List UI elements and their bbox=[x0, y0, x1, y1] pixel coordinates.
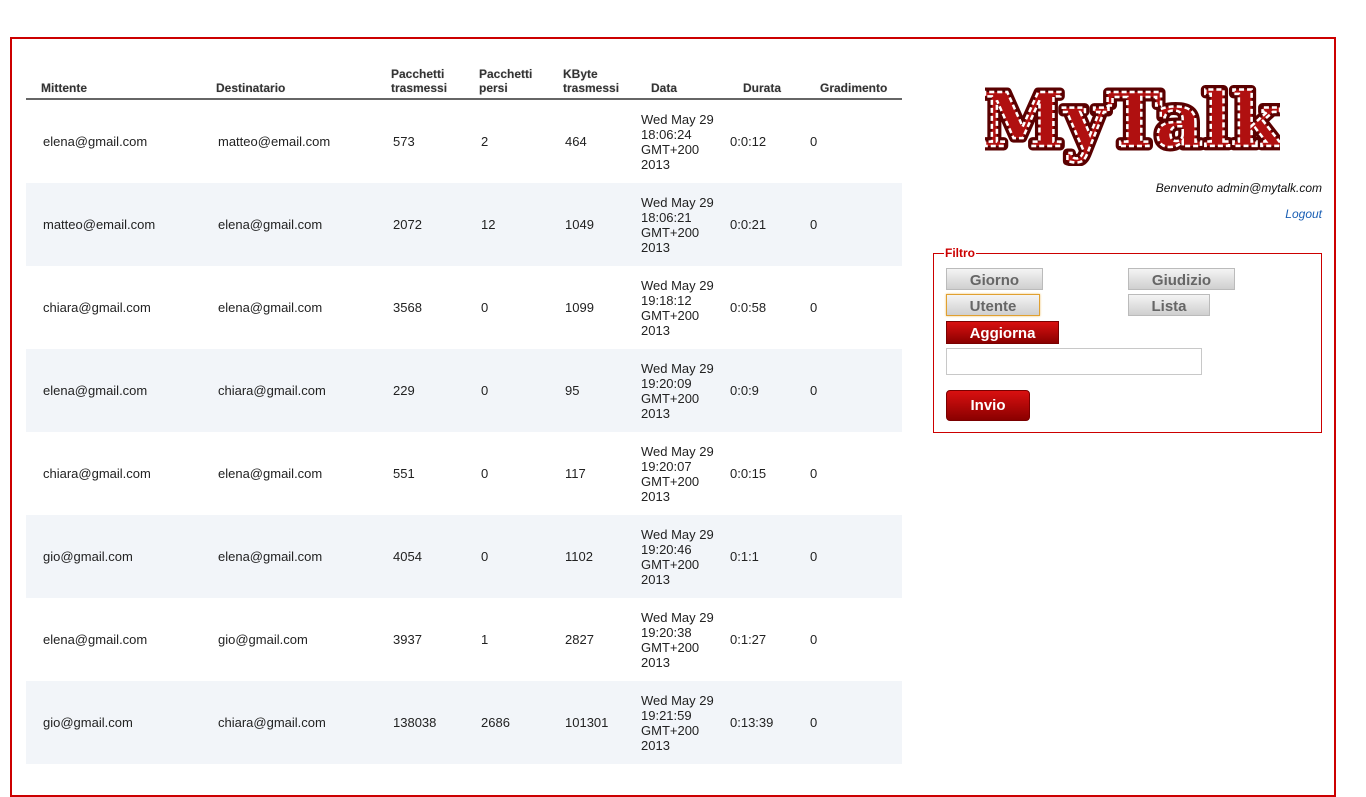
cell-destinatario: elena@gmail.com bbox=[218, 466, 323, 481]
filter-input[interactable] bbox=[946, 348, 1202, 375]
cell-durata: 0:0:15 bbox=[730, 466, 767, 481]
cell-destinatario: chiara@gmail.com bbox=[201, 349, 376, 432]
cell-data: Wed May 29 19:20:09 GMT+200 2013 bbox=[636, 349, 728, 432]
mytalk-logo: MyTalk MyTalk bbox=[985, 74, 1280, 167]
giudizio-button[interactable]: Giudizio bbox=[1128, 268, 1235, 290]
logo-text: MyTalk bbox=[985, 78, 1280, 164]
cell-trasmessi: 3937 bbox=[393, 632, 422, 647]
cell-gradimento: 0 bbox=[805, 515, 902, 598]
cell-destinatario: gio@gmail.com bbox=[218, 632, 308, 647]
cell-data: Wed May 29 18:06:21 GMT+200 2013 bbox=[636, 183, 728, 266]
welcome-text: Benvenuto admin@mytalk.com bbox=[1155, 181, 1322, 195]
cell-trasmessi: 138038 bbox=[376, 681, 464, 764]
cell-destinatario: elena@gmail.com bbox=[218, 300, 323, 315]
logout-link[interactable]: Logout bbox=[1285, 207, 1322, 221]
cell-data: Wed May 29 19:20:07 GMT+200 2013 bbox=[641, 443, 714, 504]
cell-destinatario: elena@gmail.com bbox=[201, 515, 376, 598]
cell-durata: 0:0:21 bbox=[728, 183, 805, 266]
cell-destinatario: chiara@gmail.com bbox=[201, 681, 376, 764]
cell-trasmessi: 2072 bbox=[376, 183, 464, 266]
cell-mittente: elena@gmail.com bbox=[43, 134, 148, 149]
cell-durata: 0:0:12 bbox=[730, 134, 767, 149]
cell-persi: 0 bbox=[464, 349, 548, 432]
cell-data: Wed May 29 18:06:24 GMT+200 2013 bbox=[641, 111, 714, 172]
cell-durata: 0:1:27 bbox=[730, 632, 767, 647]
header-pacchetti-persi-label: Pacchetti persi bbox=[479, 67, 533, 95]
invio-button[interactable]: Invio bbox=[946, 390, 1030, 421]
cell-mittente: matteo@email.com bbox=[26, 183, 201, 266]
header-pacchetti-trasmessi-label: Pacchetti trasmessi bbox=[391, 67, 448, 95]
cell-persi: 0 bbox=[481, 466, 489, 481]
cell-mittente: chiara@gmail.com bbox=[43, 300, 151, 315]
cell-mittente: elena@gmail.com bbox=[43, 632, 148, 647]
lista-button[interactable]: Lista bbox=[1128, 294, 1210, 316]
header-mittente[interactable]: Mittente bbox=[26, 65, 201, 100]
cell-trasmessi: 3568 bbox=[393, 300, 422, 315]
table-row: elena@gmail.com gio@gmail.com 3937 1 282… bbox=[26, 598, 902, 681]
cell-kbyte: 1099 bbox=[565, 300, 594, 315]
cell-trasmessi: 573 bbox=[393, 134, 415, 149]
cell-data: Wed May 29 19:20:46 GMT+200 2013 bbox=[636, 515, 728, 598]
cell-kbyte: 1102 bbox=[548, 515, 636, 598]
filter-legend: Filtro bbox=[945, 246, 975, 260]
cell-destinatario: matteo@email.com bbox=[218, 134, 331, 149]
utente-button[interactable]: Utente bbox=[946, 294, 1040, 316]
table-row: chiara@gmail.com elena@gmail.com 3568 0 … bbox=[26, 266, 902, 349]
giorno-button[interactable]: Giorno bbox=[946, 268, 1043, 290]
cell-kbyte: 101301 bbox=[548, 681, 636, 764]
call-log-table: Mittente Destinatario Pacchetti trasmess… bbox=[26, 65, 902, 764]
cell-gradimento: 0 bbox=[805, 183, 902, 266]
cell-kbyte: 464 bbox=[565, 134, 587, 149]
cell-durata: 0:0:9 bbox=[728, 349, 805, 432]
cell-kbyte: 95 bbox=[548, 349, 636, 432]
cell-kbyte: 2827 bbox=[565, 632, 594, 647]
header-data[interactable]: Data bbox=[636, 65, 728, 100]
cell-persi: 1 bbox=[481, 632, 489, 647]
aggiorna-button[interactable]: Aggiorna bbox=[946, 321, 1059, 344]
cell-kbyte: 1049 bbox=[548, 183, 636, 266]
cell-destinatario: elena@gmail.com bbox=[201, 183, 376, 266]
cell-data: Wed May 29 19:20:38 GMT+200 2013 bbox=[641, 609, 714, 670]
header-kbyte-trasmessi-label: KByte trasmessi bbox=[563, 67, 620, 95]
cell-mittente: elena@gmail.com bbox=[26, 349, 201, 432]
cell-mittente: chiara@gmail.com bbox=[43, 466, 151, 481]
cell-gradimento: 0 bbox=[810, 466, 818, 481]
header-kbyte-trasmessi[interactable]: KByte trasmessi bbox=[548, 65, 636, 100]
cell-data: Wed May 29 19:18:12 GMT+200 2013 bbox=[641, 277, 714, 338]
cell-gradimento: 0 bbox=[810, 300, 818, 315]
cell-gradimento: 0 bbox=[810, 632, 818, 647]
table-header-row: Mittente Destinatario Pacchetti trasmess… bbox=[26, 65, 902, 100]
header-gradimento[interactable]: Gradimento bbox=[805, 65, 902, 100]
cell-persi: 0 bbox=[481, 300, 489, 315]
cell-gradimento: 0 bbox=[805, 349, 902, 432]
cell-durata: 0:1:1 bbox=[728, 515, 805, 598]
table-row: chiara@gmail.com elena@gmail.com 551 0 1… bbox=[26, 432, 902, 515]
header-pacchetti-trasmessi[interactable]: Pacchetti trasmessi bbox=[376, 65, 464, 100]
cell-persi: 0 bbox=[464, 515, 548, 598]
table-row: elena@gmail.com chiara@gmail.com 229 0 9… bbox=[26, 349, 902, 432]
table-row: gio@gmail.com elena@gmail.com 4054 0 110… bbox=[26, 515, 902, 598]
header-pacchetti-persi[interactable]: Pacchetti persi bbox=[464, 65, 548, 100]
table-row: gio@gmail.com chiara@gmail.com 138038 26… bbox=[26, 681, 902, 764]
cell-mittente: gio@gmail.com bbox=[26, 515, 201, 598]
cell-gradimento: 0 bbox=[810, 134, 818, 149]
header-destinatario[interactable]: Destinatario bbox=[201, 65, 376, 100]
header-durata[interactable]: Durata bbox=[728, 65, 805, 100]
cell-data: Wed May 29 19:21:59 GMT+200 2013 bbox=[636, 681, 728, 764]
table-row: elena@gmail.com matteo@email.com 573 2 4… bbox=[26, 99, 902, 183]
cell-durata: 0:0:58 bbox=[730, 300, 767, 315]
cell-trasmessi: 551 bbox=[393, 466, 415, 481]
cell-trasmessi: 229 bbox=[376, 349, 464, 432]
cell-mittente: gio@gmail.com bbox=[26, 681, 201, 764]
cell-persi: 2686 bbox=[464, 681, 548, 764]
cell-gradimento: 0 bbox=[805, 681, 902, 764]
cell-kbyte: 117 bbox=[565, 466, 586, 481]
cell-trasmessi: 4054 bbox=[376, 515, 464, 598]
cell-persi: 2 bbox=[481, 134, 489, 149]
cell-persi: 12 bbox=[464, 183, 548, 266]
cell-durata: 0:13:39 bbox=[728, 681, 805, 764]
table-row: matteo@email.com elena@gmail.com 2072 12… bbox=[26, 183, 902, 266]
